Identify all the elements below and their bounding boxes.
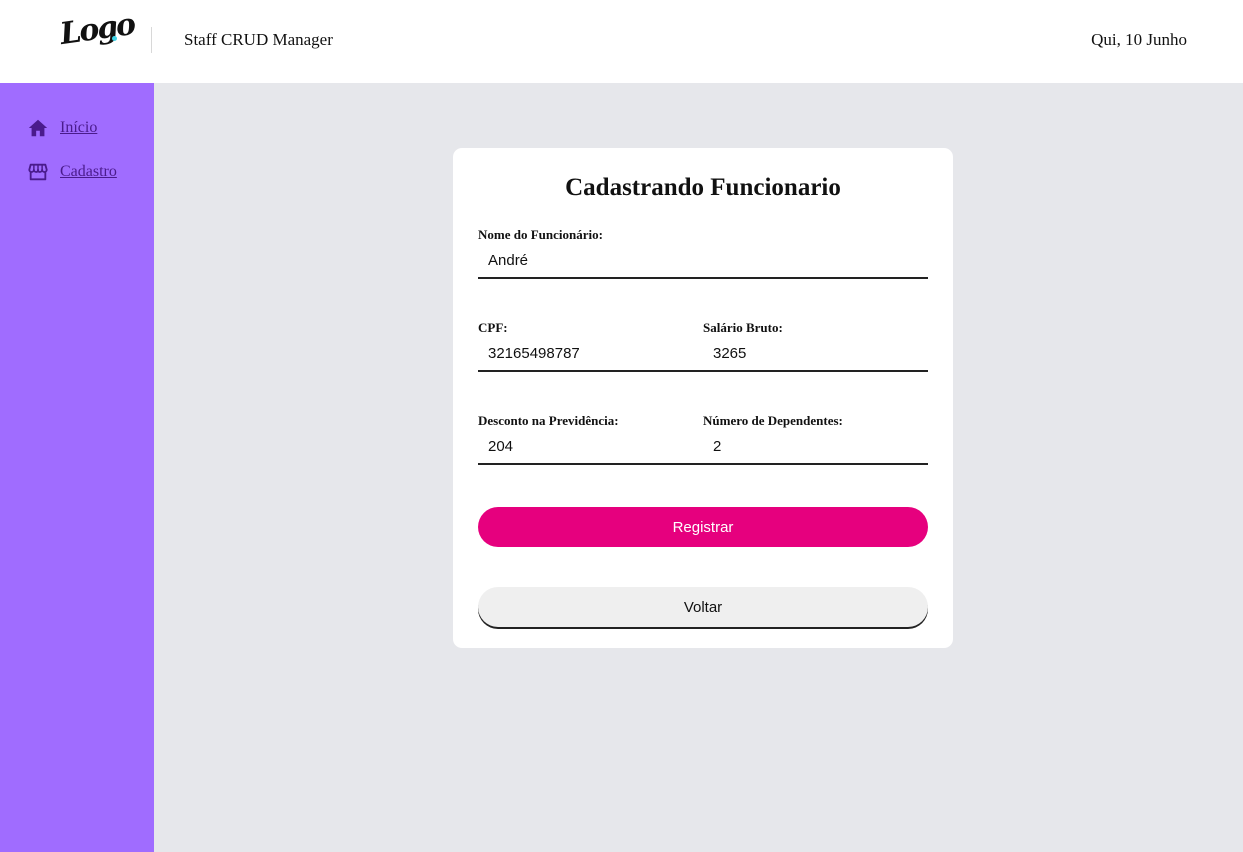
current-date: Qui, 10 Junho (1091, 30, 1187, 49)
sidebar: Início Cadastro (0, 83, 154, 852)
employee-name-input[interactable] (478, 243, 928, 279)
gross-salary-label: Salário Bruto: (703, 320, 783, 335)
sidebar-item-label: Início (60, 119, 98, 136)
logo-text: Logo (57, 7, 137, 52)
cpf-input[interactable] (478, 336, 703, 372)
dependents-field: Número de Dependentes: (703, 413, 928, 467)
sidebar-item-inicio[interactable]: Início (27, 117, 97, 139)
employee-name-label: Nome do Funcionário: (478, 227, 603, 242)
pension-discount-input[interactable] (478, 429, 703, 465)
gross-salary-field: Salário Bruto: (703, 320, 928, 374)
gross-salary-input[interactable] (703, 336, 928, 372)
app-title: Staff CRUD Manager (184, 30, 333, 49)
cpf-label: CPF: (478, 320, 508, 335)
back-button[interactable]: Voltar (478, 587, 928, 627)
register-button[interactable]: Registrar (478, 507, 928, 547)
dependents-input[interactable] (703, 429, 928, 465)
header-divider (151, 27, 152, 53)
sidebar-item-label: Cadastro (60, 163, 117, 180)
form-title: Cadastrando Funcionario (565, 174, 841, 201)
logo-dot (112, 36, 117, 41)
home-icon (28, 119, 48, 137)
employee-name-field: Nome do Funcionário: (478, 227, 928, 281)
cpf-field: CPF: (478, 320, 703, 374)
pension-discount-field: Desconto na Previdência: (478, 413, 703, 467)
sidebar-item-cadastro[interactable]: Cadastro (27, 161, 117, 183)
store-icon (28, 163, 48, 181)
logo[interactable]: Logo (58, 7, 136, 72)
pension-discount-label: Desconto na Previdência: (478, 413, 619, 428)
employee-form-card: Cadastrando Funcionario Nome do Funcioná… (453, 148, 953, 648)
top-bar: Logo Staff CRUD Manager Qui, 10 Junho (0, 0, 1243, 83)
dependents-label: Número de Dependentes: (703, 413, 843, 428)
